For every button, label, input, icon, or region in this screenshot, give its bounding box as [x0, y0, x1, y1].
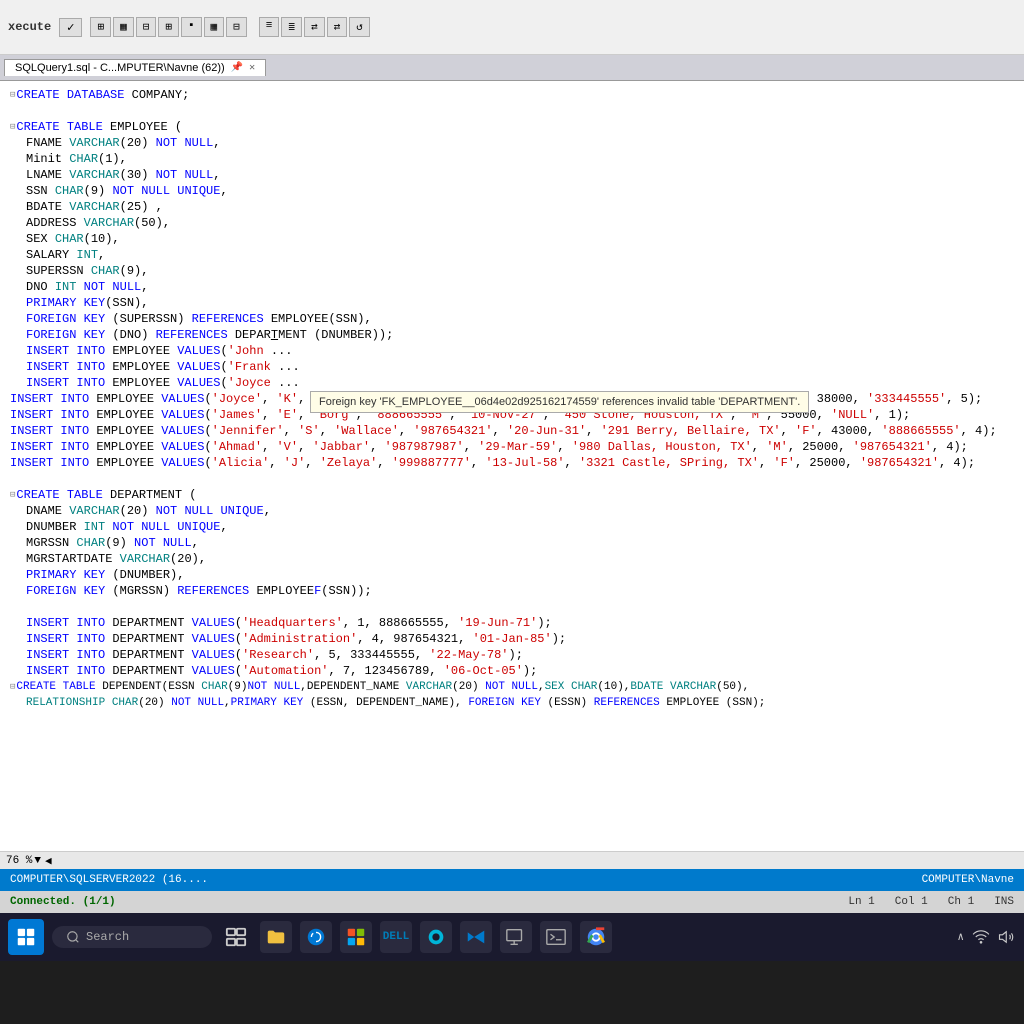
grid-icon-6[interactable]: ▦: [204, 17, 225, 37]
code-line-dname: DNAME VARCHAR(20) NOT NULL UNIQUE,: [26, 503, 1014, 519]
file-explorer-button[interactable]: [260, 921, 292, 953]
code-line-dependent2: RELATIONSHIP CHAR(20) NOT NULL,PRIMARY K…: [26, 695, 1014, 711]
format-icon-2[interactable]: ≣: [281, 17, 302, 37]
code-line-address: ADDRESS VARCHAR(50),: [26, 215, 1014, 231]
code-line-salary: SALARY INT,: [26, 247, 1014, 263]
code-line-dept-ins1: INSERT INTO DEPARTMENT VALUES('Headquart…: [26, 615, 1014, 631]
zoom-level: 76 %: [6, 855, 32, 867]
code-line-dept-ins3: INSERT INTO DEPARTMENT VALUES('Research'…: [26, 647, 1014, 663]
vscode-button[interactable]: [460, 921, 492, 953]
system-tray: ∧: [957, 928, 1016, 946]
edge-browser-button[interactable]: [300, 921, 332, 953]
editor-scroll[interactable]: ⊟ CREATE DATABASE COMPANY; ⊟ CREATE TABL…: [10, 87, 1014, 845]
format-icon-1[interactable]: ≡: [259, 17, 280, 37]
code-line-ssn: SSN CHAR(9) NOT NULL UNIQUE,: [26, 183, 1014, 199]
grid-icon-5[interactable]: ▪: [181, 17, 202, 37]
refresh-icon[interactable]: ↺: [349, 17, 370, 37]
ln-status: Ln 1: [848, 896, 874, 908]
tab-bar: SQLQuery1.sql - C...MPUTER\Navne (62)) 📌…: [0, 55, 1024, 81]
task-view-button[interactable]: [220, 921, 252, 953]
cortana-button[interactable]: [420, 921, 452, 953]
volume-icon: [998, 928, 1016, 946]
collapse-employee[interactable]: ⊟: [10, 119, 15, 135]
code-line-ins3: INSERT INTO EMPLOYEE VALUES('Joyce ...: [26, 375, 1014, 391]
col-status: Col 1: [895, 896, 928, 908]
editor-container: ⊟ CREATE DATABASE COMPANY; ⊟ CREATE TABL…: [0, 81, 1024, 851]
taskbar: Search DELL: [0, 913, 1024, 961]
chrome-button[interactable]: [580, 921, 612, 953]
code-line-ins8: INSERT INTO EMPLOYEE VALUES('Alicia', 'J…: [10, 455, 1014, 471]
zoom-dropdown[interactable]: ▼: [34, 855, 41, 867]
code-line-dept-ins4: INSERT INTO DEPARTMENT VALUES('Automatio…: [26, 663, 1014, 679]
code-line-lname: LNAME VARCHAR(30) NOT NULL,: [26, 167, 1014, 183]
code-line-employee: ⊟ CREATE TABLE EMPLOYEE (: [10, 119, 1014, 135]
wifi-icon: [972, 928, 990, 946]
code-line-bdate: BDATE VARCHAR(25) ,: [26, 199, 1014, 215]
windows-start-button[interactable]: [8, 919, 44, 955]
code-line-minit: Minit CHAR(1),: [26, 151, 1014, 167]
terminal-button[interactable]: [540, 921, 572, 953]
status-bar: COMPUTER\SQLSERVER2022 (16.... COMPUTER\…: [0, 869, 1024, 891]
tooltip-text: Foreign key 'FK_EMPLOYEE__06d4e02d925162…: [319, 396, 800, 408]
grid-icon-7[interactable]: ⊟: [226, 17, 247, 37]
user-info: COMPUTER\Navne: [922, 874, 1014, 886]
tooltip: Foreign key 'FK_EMPLOYEE__06d4e02d925162…: [310, 391, 809, 413]
code-line-1: ⊟ CREATE DATABASE COMPANY;: [10, 87, 1014, 103]
grid-icon-2[interactable]: ▦: [113, 17, 134, 37]
code-line-blank2: [10, 471, 1014, 487]
collapse-dependent[interactable]: ⊟: [10, 679, 15, 695]
dell-icon[interactable]: DELL: [380, 921, 412, 953]
pin-icon[interactable]: 📌: [231, 62, 243, 74]
scroll-left-icon[interactable]: ◀: [45, 854, 52, 868]
format-icon-3[interactable]: ⇄: [304, 17, 325, 37]
grid-icon-3[interactable]: ⊟: [136, 17, 157, 37]
code-line-pk: PRIMARY KEY(SSN),: [26, 295, 1014, 311]
code-line-dependent1: ⊟ CREATE TABLE DEPENDENT(ESSN CHAR(9)NOT…: [10, 679, 1014, 695]
grid-icon-1[interactable]: ⊞: [90, 17, 111, 37]
active-tab[interactable]: SQLQuery1.sql - C...MPUTER\Navne (62)) 📌…: [4, 59, 266, 76]
search-placeholder: Search: [86, 930, 129, 944]
ins-status: INS: [994, 896, 1014, 908]
code-line-dept-pk: PRIMARY KEY (DNUMBER),: [26, 567, 1014, 583]
code-line-fname: FNAME VARCHAR(20) NOT NULL,: [26, 135, 1014, 151]
close-tab-button[interactable]: ✕: [249, 62, 255, 74]
tab-title: SQLQuery1.sql - C...MPUTER\Navne (62)): [15, 62, 225, 74]
ch-status: Ch 1: [948, 896, 974, 908]
code-line-mgrstartdate: MGRSTARTDATE VARCHAR(20),: [26, 551, 1014, 567]
collapse-1[interactable]: ⊟: [10, 87, 15, 103]
code-line-blank3: [10, 599, 1014, 615]
store-button[interactable]: [340, 921, 372, 953]
code-line-dept: ⊟ CREATE TABLE DEPARTMENT (: [10, 487, 1014, 503]
zoom-bar: 76 % ▼ ◀: [0, 851, 1024, 869]
grid-icon-4[interactable]: ⊞: [158, 17, 179, 37]
code-line-dept-ins2: INSERT INTO DEPARTMENT VALUES('Administr…: [26, 631, 1014, 647]
code-line-mgrssn: MGRSSN CHAR(9) NOT NULL,: [26, 535, 1014, 551]
taskbar-search[interactable]: Search: [52, 926, 212, 948]
toolbar-execute[interactable]: xecute: [8, 20, 51, 34]
toolbar: xecute ✓ ⊞ ▦ ⊟ ⊞ ▪ ▦ ⊟ ≡ ≣ ⇄ ⇄ ↺: [0, 0, 1024, 55]
tray-up-arrow[interactable]: ∧: [957, 930, 964, 944]
server-info: COMPUTER\SQLSERVER2022 (16....: [10, 874, 208, 886]
code-line-ins6: INSERT INTO EMPLOYEE VALUES('Jennifer', …: [10, 423, 1014, 439]
code-line-ins2: INSERT INTO EMPLOYEE VALUES('Frank ...: [26, 359, 1014, 375]
code-line-sex: SEX CHAR(10),: [26, 231, 1014, 247]
cursor-info: Ln 1 Col 1 Ch 1 INS: [848, 896, 1014, 908]
code-line-dept-fk: FOREIGN KEY (MGRSSN) REFERENCES EMPLOYEE…: [26, 583, 1014, 599]
code-line-fk1: FOREIGN KEY (SUPERSSN) REFERENCES EMPLOY…: [26, 311, 1014, 327]
bottom-status-bar: Connected. (1/1) Ln 1 Col 1 Ch 1 INS: [0, 891, 1024, 913]
connection-status: Connected. (1/1): [10, 896, 116, 908]
code-line-dno: DNO INT NOT NULL,: [26, 279, 1014, 295]
code-line-superssn: SUPERSSN CHAR(9),: [26, 263, 1014, 279]
code-line-dnumber: DNUMBER INT NOT NULL UNIQUE,: [26, 519, 1014, 535]
remote-desktop-button[interactable]: [500, 921, 532, 953]
code-line-blank1: [10, 103, 1014, 119]
check-button[interactable]: ✓: [59, 18, 82, 37]
code-line-ins1: INSERT INTO EMPLOYEE VALUES('John ...: [26, 343, 1014, 359]
format-icon-4[interactable]: ⇄: [327, 17, 348, 37]
code-line-fk2: FOREIGN KEY (DNO) REFERENCES DEPARTMENT …: [26, 327, 1014, 343]
code-line-ins7: INSERT INTO EMPLOYEE VALUES('Ahmad', 'V'…: [10, 439, 1014, 455]
collapse-dept[interactable]: ⊟: [10, 487, 15, 503]
